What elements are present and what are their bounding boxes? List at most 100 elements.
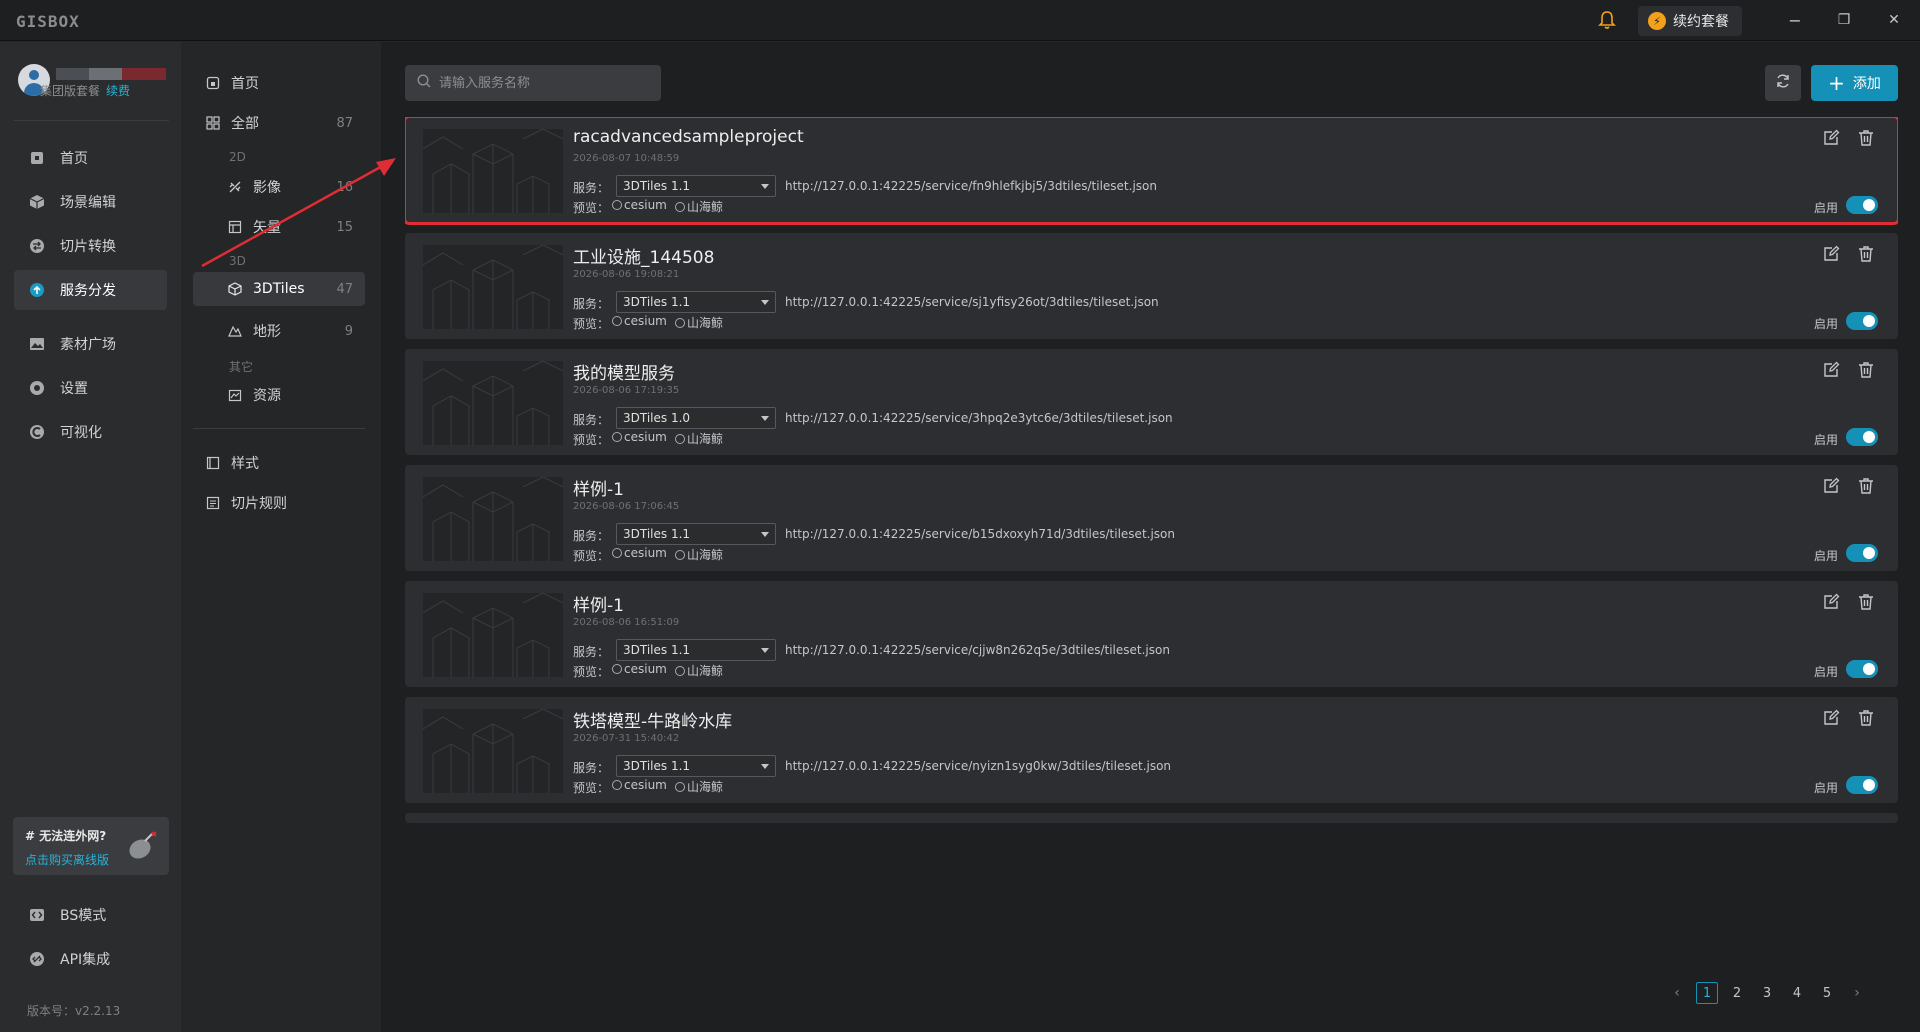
restore-button[interactable]: ❐ [1830, 8, 1858, 32]
preview-shanhaijing[interactable]: 山海鲸 [675, 430, 723, 447]
enable-toggle[interactable] [1846, 776, 1878, 794]
page-3[interactable]: 3 [1756, 982, 1778, 1004]
vector-icon [227, 219, 243, 235]
preview-label: 预览： [573, 665, 610, 679]
nav-item-asset-market[interactable]: 素材广场 [14, 324, 167, 364]
category-label: 全部 [231, 116, 259, 132]
category-all[interactable]: 全部 87 [193, 106, 365, 140]
cube-outline-icon [227, 281, 243, 297]
enable-toggle[interactable] [1846, 544, 1878, 562]
edit-icon[interactable] [1822, 245, 1842, 265]
service-url[interactable]: http://127.0.0.1:42225/service/sj1yfisy2… [785, 295, 1159, 309]
page-5[interactable]: 5 [1816, 982, 1838, 1004]
preview-cesium[interactable]: cesium [612, 430, 667, 444]
prev-page-button[interactable]: ‹ [1666, 982, 1688, 1004]
category-home[interactable]: 首页 [193, 66, 365, 100]
trash-icon[interactable] [1857, 129, 1877, 149]
category-style[interactable]: 样式 [193, 446, 365, 480]
enable-toggle[interactable] [1846, 660, 1878, 678]
service-card[interactable]: 样例-1 2026-08-06 17:06:45 服务： 3DTiles 1.1… [405, 465, 1898, 571]
add-service-button[interactable]: + 添加 [1811, 65, 1898, 101]
page-1[interactable]: 1 [1696, 982, 1718, 1004]
nav-item-service-publish[interactable]: 服务分发 [14, 270, 167, 310]
edit-icon[interactable] [1822, 709, 1842, 729]
preview-shanhaijing-label: 山海鲸 [687, 200, 724, 214]
edit-icon[interactable] [1822, 129, 1842, 149]
nav-item-label: API集成 [60, 952, 111, 968]
next-page-button[interactable]: › [1846, 982, 1868, 1004]
enable-toggle[interactable] [1846, 196, 1878, 214]
service-card[interactable]: racadvancedsampleproject 2026-08-07 10:4… [405, 117, 1898, 225]
preview-cesium[interactable]: cesium [612, 662, 667, 676]
version-select[interactable]: 3DTiles 1.1 [616, 523, 776, 545]
service-card[interactable]: 样例-1 2026-08-06 16:51:09 服务： 3DTiles 1.1… [405, 581, 1898, 687]
offline-version-banner[interactable]: # 无法连外网? 点击购买离线版 [13, 817, 169, 875]
main-content: + 添加 racadvancedsampleproject 2026-08-07… [381, 42, 1920, 1032]
version-select[interactable]: 3DTiles 1.1 [616, 291, 776, 313]
edit-icon[interactable] [1822, 477, 1842, 497]
search-input[interactable] [439, 75, 649, 91]
service-card[interactable]: 工业设施_144508 2026-08-06 19:08:21 服务： 3DTi… [405, 233, 1898, 339]
category-vector[interactable]: 矢量 15 [193, 210, 365, 244]
nav-item-home[interactable]: 首页 [14, 138, 167, 178]
renew-link[interactable]: 续费 [106, 84, 130, 98]
preview-shanhaijing[interactable]: 山海鲸 [675, 198, 723, 215]
nav-item-scene-edit[interactable]: 场景编辑 [14, 182, 167, 222]
preview-shanhaijing[interactable]: 山海鲸 [675, 314, 723, 331]
service-url[interactable]: http://127.0.0.1:42225/service/cjjw8n262… [785, 643, 1170, 657]
search-box[interactable] [405, 65, 661, 101]
trash-icon[interactable] [1857, 477, 1877, 497]
edit-icon[interactable] [1822, 361, 1842, 381]
chevron-down-icon [761, 764, 769, 769]
version-select[interactable]: 3DTiles 1.0 [616, 407, 776, 429]
service-url[interactable]: http://127.0.0.1:42225/service/b15dxoxyh… [785, 527, 1175, 541]
nav-item-label: 服务分发 [60, 283, 116, 299]
page-2[interactable]: 2 [1726, 982, 1748, 1004]
category-resource[interactable]: 资源 [193, 378, 365, 412]
refresh-button[interactable] [1765, 65, 1801, 101]
bell-icon[interactable] [1596, 9, 1618, 31]
renew-plan-button[interactable]: ⚡ 续约套餐 [1638, 6, 1742, 36]
preview-cesium[interactable]: cesium [612, 198, 667, 212]
category-3dtiles[interactable]: 3DTiles 47 [193, 272, 365, 306]
category-slice-rules[interactable]: 切片规则 [193, 486, 365, 520]
trash-icon[interactable] [1857, 245, 1877, 265]
service-url[interactable]: http://127.0.0.1:42225/service/nyizn1syg… [785, 759, 1171, 773]
version-select[interactable]: 3DTiles 1.1 [616, 755, 776, 777]
preview-cesium[interactable]: cesium [612, 778, 667, 792]
trash-icon[interactable] [1857, 593, 1877, 613]
service-card[interactable]: 我的模型服务 2026-08-06 17:19:35 服务： 3DTiles 1… [405, 349, 1898, 455]
buy-offline-link[interactable]: 点击购买离线版 [25, 851, 109, 868]
preview-shanhaijing[interactable]: 山海鲸 [675, 546, 723, 563]
plus-icon: + [1828, 71, 1845, 95]
page-4[interactable]: 4 [1786, 982, 1808, 1004]
preview-cesium[interactable]: cesium [612, 314, 667, 328]
service-label: 服务： [573, 761, 610, 775]
service-list: racadvancedsampleproject 2026-08-07 10:4… [405, 117, 1898, 972]
preview-shanhaijing[interactable]: 山海鲸 [675, 778, 723, 795]
trash-icon[interactable] [1857, 709, 1877, 729]
nav-item-settings[interactable]: 设置 [14, 368, 167, 408]
nav-item-tile-convert[interactable]: 切片转换 [14, 226, 167, 266]
service-card[interactable]: 铁塔模型-牛路岭水库 2026-07-31 15:40:42 服务： 3DTil… [405, 697, 1898, 803]
category-imagery[interactable]: 影像 16 [193, 170, 365, 204]
nav-item-visualization[interactable]: 可视化 [14, 412, 167, 452]
shanhaijing-icon [675, 665, 685, 676]
minimize-button[interactable]: − [1781, 8, 1809, 32]
trash-icon[interactable] [1857, 361, 1877, 381]
enable-toggle[interactable] [1846, 312, 1878, 330]
close-button[interactable]: ✕ [1880, 8, 1908, 32]
pagination: ‹ 1 2 3 4 5 › [1666, 982, 1868, 1004]
nav-item-api[interactable]: API集成 [14, 939, 167, 979]
preview-shanhaijing[interactable]: 山海鲸 [675, 662, 723, 679]
category-terrain[interactable]: 地形 9 [193, 314, 365, 348]
enable-toggle[interactable] [1846, 428, 1878, 446]
service-url[interactable]: http://127.0.0.1:42225/service/3hpq2e3yt… [785, 411, 1173, 425]
nav-item-bs-mode[interactable]: BS模式 [14, 895, 167, 935]
version-select[interactable]: 3DTiles 1.1 [616, 175, 776, 197]
service-url[interactable]: http://127.0.0.1:42225/service/fn9hlefkj… [785, 179, 1157, 193]
preview-cesium[interactable]: cesium [612, 546, 667, 560]
version-select[interactable]: 3DTiles 1.1 [616, 639, 776, 661]
edit-icon[interactable] [1822, 593, 1842, 613]
shanhaijing-icon [675, 781, 685, 792]
